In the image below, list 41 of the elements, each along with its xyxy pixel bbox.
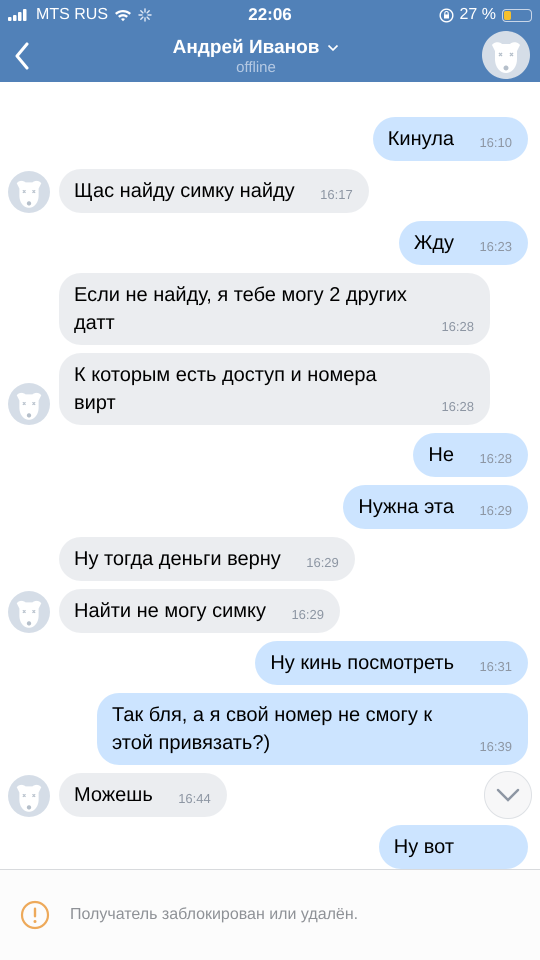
loading-icon — [138, 8, 152, 22]
message-text: Ну тогда деньги верну — [74, 547, 281, 572]
message-text: Нужна эта — [358, 495, 454, 520]
message-text: Жду — [414, 231, 454, 256]
chevron-down-icon[interactable] — [327, 44, 340, 52]
message-time: 16:28 — [441, 398, 474, 416]
message-time: 16:44 — [178, 790, 211, 808]
message-time: 16:28 — [441, 318, 474, 336]
message-text: Найти не могу симку — [74, 599, 266, 624]
message-text: Щас найду симку найду — [74, 179, 295, 204]
message-time: 16:10 — [479, 134, 512, 152]
message-text: Ну кинь посмотреть — [270, 651, 454, 676]
message-time: 16:23 — [479, 238, 512, 256]
message-text: Если не найду, я тебе могу 2 других датт — [74, 283, 408, 336]
message-time: 16:29 — [291, 606, 324, 624]
message-text: Кинула — [388, 127, 454, 152]
online-status: offline — [236, 58, 276, 76]
message-text: Можешь — [74, 783, 153, 808]
back-button[interactable] — [14, 42, 30, 70]
message-text: К которым есть доступ и номера вирт — [74, 363, 378, 416]
clock: 22:06 — [248, 5, 292, 25]
battery-percent: 27 % — [460, 6, 496, 24]
message-time: 16:28 — [479, 450, 512, 468]
battery-icon — [502, 8, 532, 22]
message-time: 16:29 — [306, 554, 339, 572]
message-text: Ну вот — [394, 835, 454, 860]
chevron-down-icon — [496, 788, 520, 802]
message-time: 16:31 — [479, 658, 512, 676]
blocked-notice: Получатель заблокирован или удалён. — [70, 906, 358, 924]
message-text: Не — [428, 443, 454, 468]
wifi-icon — [114, 8, 132, 22]
warning-icon — [20, 900, 50, 930]
message-time: 16:39 — [479, 738, 512, 756]
message-time: 16:29 — [479, 502, 512, 520]
contact-name[interactable]: Андрей Иванов — [172, 36, 320, 58]
rotation-lock-icon — [438, 8, 454, 22]
avatar-icon[interactable] — [482, 31, 530, 79]
message-text: Так бля, а я свой номер не смогу к этой привязать?) — [112, 703, 434, 756]
scroll-down-button[interactable] — [484, 771, 532, 819]
carrier-name: MTS RUS — [36, 6, 108, 24]
message-time: 16:17 — [320, 186, 353, 204]
